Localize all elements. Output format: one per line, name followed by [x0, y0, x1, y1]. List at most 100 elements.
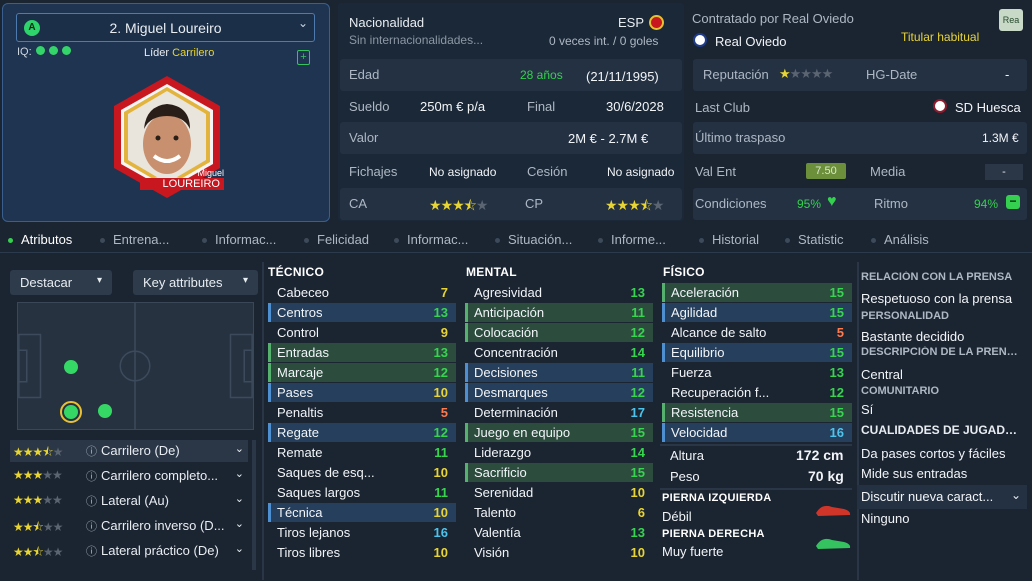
- attribute-row[interactable]: Colocación 12: [465, 323, 653, 342]
- attribute-value: 9: [440, 325, 448, 340]
- attribute-row[interactable]: Fuerza 13: [662, 363, 852, 382]
- attribute-name: Valentía: [474, 525, 521, 540]
- chevron-down-icon[interactable]: ⌄: [235, 542, 244, 555]
- attribute-row[interactable]: Penaltis 5: [268, 403, 456, 422]
- attribute-row[interactable]: Sacrificio 15: [465, 463, 653, 482]
- attribute-value: 11: [631, 365, 645, 380]
- sharpness-icon: −: [1006, 195, 1020, 209]
- attribute-row[interactable]: Valentía 13: [465, 523, 653, 542]
- attribute-row[interactable]: Remate 11: [268, 443, 456, 462]
- attribute-name: Recuperación f...: [671, 385, 770, 400]
- cp-label: CP: [525, 196, 544, 211]
- attribute-name: Visión: [474, 545, 510, 560]
- right-foot-value: Muy fuerte: [662, 544, 724, 559]
- end-value: 30/6/2028: [606, 99, 664, 114]
- wage-value: 250m € p/a: [420, 99, 486, 114]
- role-item[interactable]: ★★★★★ ⓘ Lateral (Au) ⌄: [10, 490, 248, 512]
- attribute-row[interactable]: Pases 10: [268, 383, 456, 402]
- tab-situacion[interactable]: Situación...: [495, 232, 572, 247]
- attribute-row[interactable]: Visión 10: [465, 543, 653, 562]
- info-icon[interactable]: ⓘ: [86, 443, 97, 459]
- attribute-value: 11: [631, 305, 645, 320]
- attribute-row[interactable]: Concentración 14: [465, 343, 653, 362]
- attribute-row[interactable]: Liderazgo 14: [465, 443, 653, 462]
- role-item[interactable]: ★★⯪★★ ⓘ Carrilero inverso (D... ⌄: [10, 515, 248, 537]
- iq-label: IQ:: [17, 46, 32, 58]
- tab-analisis[interactable]: Análisis: [871, 232, 929, 247]
- attribute-row[interactable]: Decisiones 11: [465, 363, 653, 382]
- role-item[interactable]: ★★★★★ ⓘ Carrilero completo... ⌄: [10, 465, 248, 487]
- tab-entrenamiento[interactable]: Entrena...: [100, 232, 169, 247]
- attribute-row[interactable]: Recuperación f... 12: [662, 383, 852, 402]
- scrollbar[interactable]: [252, 440, 256, 570]
- player-traits-title: CUALIDADES DE JUGADOR: [861, 423, 1021, 437]
- hgdate-value: -: [1005, 67, 1010, 82]
- tab-informacion[interactable]: Informac...: [202, 232, 276, 247]
- tab-felicidad[interactable]: Felicidad: [304, 232, 369, 247]
- attribute-row[interactable]: Marcaje 12: [268, 363, 456, 382]
- cesion-label: Cesión: [527, 164, 568, 179]
- left-foot-value: Débil: [662, 509, 692, 524]
- condition-value: 95%: [797, 197, 822, 211]
- attribute-row[interactable]: Talento 6: [465, 503, 653, 522]
- role-item[interactable]: ★★⯪★★ ⓘ Lateral práctico (De) ⌄: [10, 540, 248, 562]
- rea-badge[interactable]: Rea: [999, 9, 1023, 31]
- attribute-value: 12: [630, 325, 645, 340]
- attribute-row[interactable]: Anticipación 11: [465, 303, 653, 322]
- attribute-row[interactable]: Regate 12: [268, 423, 456, 442]
- key-attributes-dropdown[interactable]: Key attributes ▾: [133, 270, 258, 295]
- position-dot: [64, 360, 78, 374]
- tab-informacion-2[interactable]: Informac...: [394, 232, 468, 247]
- tab-atributos[interactable]: Atributos: [8, 232, 72, 247]
- attribute-row[interactable]: Alcance de salto 5: [662, 323, 852, 342]
- attribute-name: Marcaje: [277, 365, 324, 380]
- highlight-dropdown[interactable]: Destacar ▾: [10, 270, 112, 295]
- attribute-row[interactable]: Aceleración 15: [662, 283, 852, 302]
- info-icon[interactable]: ⓘ: [86, 543, 97, 559]
- attribute-value: 15: [829, 285, 844, 300]
- attribute-row[interactable]: Tiros lejanos 16: [268, 523, 456, 542]
- club-name[interactable]: Real Oviedo: [715, 34, 787, 49]
- attribute-row[interactable]: Juego en equipo 15: [465, 423, 653, 442]
- info-icon[interactable]: ⓘ: [86, 468, 97, 484]
- chevron-down-icon[interactable]: ⌄: [235, 442, 244, 455]
- role-item[interactable]: ★★★⯪★ ⓘ Carrilero (De) ⌄: [10, 440, 248, 462]
- attribute-row[interactable]: Velocidad 16: [662, 423, 852, 442]
- attribute-row[interactable]: Saques largos 11: [268, 483, 456, 502]
- chevron-down-icon[interactable]: ⌄: [235, 467, 244, 480]
- trait-item: Mide sus entradas: [861, 466, 968, 481]
- tab-informe[interactable]: Informe...: [598, 232, 666, 247]
- reputation-stars: ★★★★★: [779, 66, 833, 81]
- attribute-row[interactable]: Equilibrio 15: [662, 343, 852, 362]
- player-selector[interactable]: A 2. Miguel Loureiro ⌄: [16, 13, 315, 42]
- attribute-name: Concentración: [474, 345, 558, 360]
- tab-historial[interactable]: Historial: [699, 232, 759, 247]
- attribute-row[interactable]: Tiros libres 10: [268, 543, 456, 562]
- press-relation-title: RELACIÓN CON LA PRENSA: [861, 271, 1013, 283]
- chevron-down-icon[interactable]: ⌄: [235, 517, 244, 530]
- attribute-row[interactable]: Determinación 17: [465, 403, 653, 422]
- attribute-row[interactable]: Serenidad 10: [465, 483, 653, 502]
- attribute-row[interactable]: Saques de esq... 10: [268, 463, 456, 482]
- attribute-value: 7: [440, 285, 448, 300]
- add-icon[interactable]: +: [297, 50, 310, 65]
- chevron-down-icon[interactable]: ⌄: [235, 492, 244, 505]
- attribute-row[interactable]: Resistencia 15: [662, 403, 852, 422]
- attribute-row[interactable]: Agilidad 15: [662, 303, 852, 322]
- attribute-name: Penaltis: [277, 405, 324, 420]
- info-icon[interactable]: ⓘ: [86, 493, 97, 509]
- lastclub-value[interactable]: SD Huesca: [955, 100, 1021, 115]
- weight-label: Peso: [670, 469, 700, 484]
- club-crest-icon: [693, 33, 707, 47]
- attribute-row[interactable]: Cabeceo 7: [268, 283, 456, 302]
- discuss-trait-button[interactable]: Discutir nueva caract... ⌄: [857, 485, 1027, 509]
- attribute-row[interactable]: Entradas 13: [268, 343, 456, 362]
- attribute-row[interactable]: Técnica 10: [268, 503, 456, 522]
- attribute-row[interactable]: Desmarques 12: [465, 383, 653, 402]
- tab-statistic[interactable]: Statistic: [785, 232, 844, 247]
- attribute-row[interactable]: Centros 13: [268, 303, 456, 322]
- attribute-row[interactable]: Agresividad 13: [465, 283, 653, 302]
- info-icon[interactable]: ⓘ: [86, 518, 97, 534]
- attribute-row[interactable]: Control 9: [268, 323, 456, 342]
- left-foot-label: PIERNA IZQUIERDA: [662, 492, 772, 504]
